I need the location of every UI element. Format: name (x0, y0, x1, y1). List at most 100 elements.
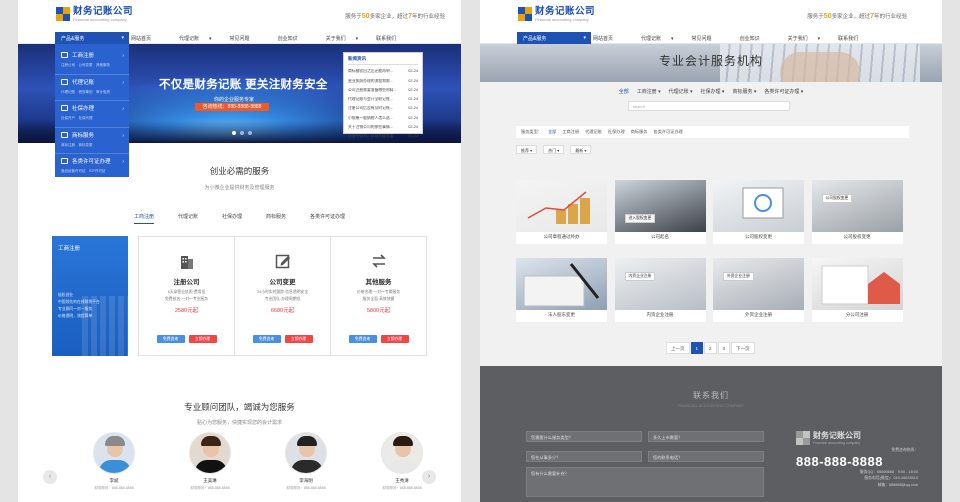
dropdown-item[interactable]: 代理记账 代理记账 税务筹划 审计验资 › (55, 75, 129, 101)
apply-button[interactable]: 立即办理 (284, 335, 313, 343)
dropdown-item[interactable]: 各类许可证办理 食品经营许可证 ICP许可证 › (55, 154, 129, 181)
service-price: 5800元起 (366, 308, 391, 314)
nav-item[interactable]: 常见问题 (230, 35, 269, 42)
sort-dropdown[interactable]: 推荐 ▾ (516, 145, 538, 154)
team-member[interactable]: 李斌 财务顾问：888-888-8888 (82, 432, 146, 491)
member-name: 李斌 (109, 478, 119, 483)
team-member[interactable]: 李海明 财务顾问：888-888-8888 (274, 432, 338, 491)
category-menu-item[interactable]: 工商注册 ▾ (637, 88, 661, 95)
filter-option[interactable]: 工商注册 (562, 129, 579, 135)
contact-field[interactable]: 您的联系电话？ (648, 451, 764, 462)
product-card[interactable]: 外资企业注册 外资企业注册 (713, 258, 804, 322)
dropdown-item[interactable]: 商标服务 商标注册 商标变更 › (55, 128, 129, 154)
nav-item[interactable]: 创业知识 (740, 35, 779, 42)
filter-option[interactable]: 全部 (548, 129, 556, 135)
page-button[interactable]: 1 (690, 342, 704, 354)
nav-item[interactable]: 网站首页 (593, 35, 632, 42)
nav-item[interactable]: 网站首页 (131, 35, 170, 42)
service-desc: 6天拿营业执照·费用低 (167, 290, 206, 294)
product-card[interactable]: 公司股权变更 (713, 180, 804, 244)
banner-subtitle: 你的企业服务专家 (214, 97, 255, 103)
product-image (811, 258, 903, 310)
category-menu-item[interactable]: 全部 (619, 88, 629, 95)
contact-field[interactable]: 多久上市需要？ (648, 431, 764, 442)
service-tab[interactable]: 代理记账 (178, 210, 198, 224)
nav-item-label: 网站首页 (593, 36, 614, 42)
nav-item[interactable]: 代理记账 ▾ (641, 35, 683, 42)
dropdown-item[interactable]: 工商注册 注册公司 公司变更 其他服务 › (55, 48, 129, 75)
news-item[interactable]: 代理记账与会计全职记账... 02-24 (348, 97, 418, 102)
category-menu-item[interactable]: 各类许可证办理 ▾ (764, 88, 803, 95)
service-name: 其他服务 (365, 279, 392, 286)
carousel-dots[interactable] (232, 131, 256, 135)
news-item[interactable]: 注册公司后没有及时记账... 02-24 (348, 106, 418, 111)
chevron-right-icon: › (122, 79, 124, 86)
product-name: 公司起名 (651, 234, 669, 239)
news-item[interactable]: 关于注销公司的那些事情... 02-24 (348, 125, 418, 130)
products-services-menu[interactable]: 产品&服务 ▾ (55, 32, 129, 44)
footer-tel[interactable]: 888-888-8888 (796, 454, 916, 469)
service-desc: 24小时实时跟踪·信息透明安全 (256, 290, 309, 294)
nav-item[interactable]: 联系我们 (838, 35, 877, 42)
service-tab[interactable]: 商标服务 (266, 210, 286, 224)
news-item-date: 02-24 (408, 69, 418, 74)
consult-button[interactable]: 免费咨询 (252, 335, 281, 343)
news-item-date: 02-24 (408, 78, 418, 83)
filter-option[interactable]: 代理记账 (585, 129, 602, 135)
category-menu-item[interactable]: 代理记账 ▾ (669, 88, 693, 95)
search-input[interactable]: search (628, 101, 790, 111)
nav-item[interactable]: 代理记账 ▾ (179, 35, 221, 42)
dropdown-item[interactable]: 社保办理 社保开户 社保代理 › (55, 101, 129, 128)
filter-option[interactable]: 社保办理 (608, 129, 625, 135)
nav-item[interactable]: 关于我们 ▾ (326, 35, 368, 42)
team-prev-arrow-icon[interactable]: ‹ (43, 470, 57, 484)
nav-item[interactable]: 关于我们 ▾ (788, 35, 830, 42)
page-button[interactable]: 上一页 (666, 342, 690, 354)
consult-button[interactable]: 免费咨询 (348, 335, 377, 343)
apply-button[interactable]: 立即办理 (380, 335, 409, 343)
logo-name: 财务记账公司 (535, 6, 596, 17)
news-item[interactable]: 小规模一般纳税人怎么选... 02-24 (348, 116, 418, 121)
service-tab[interactable]: 工商注册 (133, 210, 154, 224)
team-next-arrow-icon[interactable]: › (422, 470, 436, 484)
product-card[interactable]: 法人股东变更 (516, 258, 607, 322)
footer-email: 邮箱：888888@qq.com (877, 482, 918, 487)
filter-option[interactable]: 商标服务 (631, 129, 648, 135)
products-services-menu[interactable]: 产品&服务 ▾ (517, 32, 591, 44)
sort-dropdown[interactable]: 热门 ▾ (543, 145, 565, 154)
nav-item[interactable]: 常见问题 (692, 35, 731, 42)
product-card[interactable]: 公司章程通过补办 (516, 180, 607, 244)
page-button[interactable]: 下一页 (731, 342, 755, 354)
news-item[interactable]: 注册分公司，公司代理需要... 02-24 (348, 134, 418, 139)
news-title: 新闻资讯 (348, 56, 418, 65)
service-tab[interactable]: 各类许可证办理 (310, 210, 345, 224)
news-item-title: 商标被驳回之后还能再申... (348, 69, 393, 74)
consult-button[interactable]: 免费咨询 (156, 335, 185, 343)
product-card[interactable]: 内资企业注册 内资企业注册 (614, 258, 706, 322)
banner-hotline[interactable]: 咨询热线：888-8888-8888 (195, 103, 269, 111)
filter-option[interactable]: 各类许可证办理 (653, 129, 682, 135)
product-card[interactable]: 公司股权变更 公司股权变更 (811, 180, 903, 244)
site-logo[interactable]: 财务记账公司 Financial accounting company (518, 7, 595, 22)
chevron-right-icon: › (122, 106, 124, 112)
nav-item-label: 常见问题 (229, 36, 250, 42)
product-card[interactable]: 进入股权变更 公司起名 (614, 180, 706, 244)
sort-dropdown[interactable]: 最新 ▾ (570, 145, 592, 154)
nav-item[interactable]: 联系我们 (376, 35, 415, 42)
product-card[interactable]: 分公司注册 (811, 258, 903, 322)
page-button[interactable]: 2 (704, 342, 717, 354)
page-button[interactable]: 3 (717, 342, 731, 354)
site-logo[interactable]: 财务记账公司 Financial accounting company (56, 7, 133, 22)
news-item[interactable]: 商标被驳回之后还能再申... 02-24 (348, 69, 418, 74)
category-menu-item[interactable]: 商标服务 ▾ (732, 88, 756, 95)
service-tab[interactable]: 社保办理 (222, 210, 242, 224)
news-item[interactable]: 营业执照办理的流程和需... 02-24 (348, 79, 418, 84)
nav-item[interactable]: 创业知识 (278, 35, 317, 42)
news-item[interactable]: 公司注册需要准备哪些材料... 02-24 (348, 88, 418, 93)
team-member[interactable]: 王美琳 财务顾问：888-888-8888 (178, 432, 242, 491)
category-menu-item[interactable]: 社保办理 ▾ (701, 88, 725, 95)
contact-field[interactable]: 您在从事多少？ (526, 451, 642, 462)
message-textarea[interactable]: 您有什么需要补充？ (526, 467, 764, 497)
contact-field[interactable]: 您需要什么服务类型？ (526, 431, 642, 442)
apply-button[interactable]: 立即办理 (188, 335, 217, 343)
